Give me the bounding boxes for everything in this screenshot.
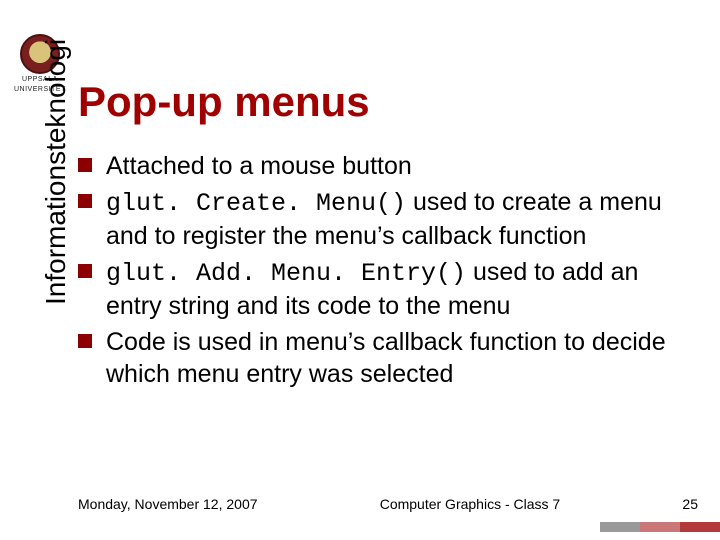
bullet-square-icon <box>78 334 92 348</box>
bullet-square-icon <box>78 264 92 278</box>
band-segment <box>600 522 640 532</box>
decorative-band <box>600 522 720 532</box>
bullet-list: Attached to a mouse button glut. Create. … <box>78 150 698 394</box>
sidebar-vertical-label: Informationsteknologi <box>40 39 72 305</box>
footer-date: Monday, November 12, 2007 <box>78 496 258 512</box>
footer: Monday, November 12, 2007 Computer Graph… <box>78 496 698 512</box>
footer-center: Computer Graphics - Class 7 <box>258 496 683 512</box>
bullet-text: Code is used in menu’s callback function… <box>106 326 698 390</box>
text-span: Attached to a mouse button <box>106 152 412 180</box>
code-span: glut. Create. Menu() <box>106 189 406 218</box>
slide: UPPSALA UNIVERSITET Pop-up menus Informa… <box>0 0 720 540</box>
bullet-item: Attached to a mouse button <box>78 150 698 182</box>
footer-page-number: 25 <box>682 496 698 512</box>
slide-title: Pop-up menus <box>78 78 370 126</box>
bullet-item: Code is used in menu’s callback function… <box>78 326 698 390</box>
text-span: Code is used in menu’s callback function… <box>106 328 666 388</box>
bullet-text: glut. Create. Menu() used to create a me… <box>106 186 698 252</box>
bullet-square-icon <box>78 158 92 172</box>
bullet-item: glut. Create. Menu() used to create a me… <box>78 186 698 252</box>
band-segment <box>680 522 720 532</box>
bullet-text: glut. Add. Menu. Entry() used to add an … <box>106 256 698 322</box>
bullet-item: glut. Add. Menu. Entry() used to add an … <box>78 256 698 322</box>
bullet-square-icon <box>78 194 92 208</box>
code-span: glut. Add. Menu. Entry() <box>106 259 466 288</box>
band-segment <box>640 522 680 532</box>
bullet-text: Attached to a mouse button <box>106 150 412 182</box>
